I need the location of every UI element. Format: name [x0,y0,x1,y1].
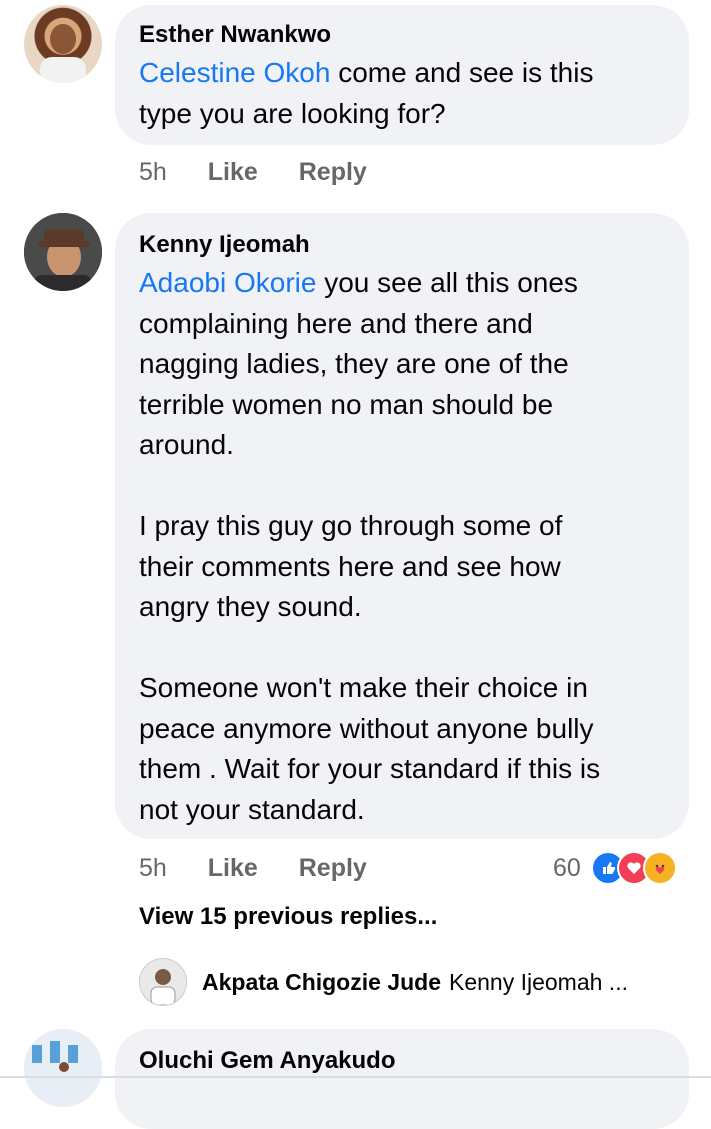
paragraph: I pray this guy go through some of their… [139,510,563,622]
paragraph: Someone won't make their choice in peace… [139,672,601,825]
profile-photo-icon [24,213,102,291]
like-button[interactable]: Like [208,158,258,186]
comment-bubble [115,1029,689,1129]
reply-button[interactable]: Reply [299,158,367,186]
timestamp[interactable]: 5h [139,158,167,186]
comment-text: Celestine Okoh come and see is this type… [139,57,594,129]
comment-author[interactable]: Esther Nwankwo [139,21,331,49]
profile-photo-icon [150,969,176,1005]
avatar[interactable] [24,5,102,83]
care-icon [642,851,677,885]
reply-button[interactable]: Reply [299,854,367,882]
comment-actions: 5h Like Reply [139,854,401,883]
latest-reply[interactable]: Akpata Chigozie Jude Kenny Ijeomah ... [202,969,628,996]
comment-text: Adaobi Okorie you see all this ones comp… [139,263,679,830]
avatar[interactable] [24,1029,102,1107]
view-previous-replies-link[interactable]: View 15 previous replies... [139,903,437,931]
paragraph: Adaobi Okorie you see all this ones comp… [139,267,578,460]
comment-actions: 5h Like Reply [139,158,401,187]
mention-link[interactable]: Celestine Okoh [139,57,330,88]
timestamp[interactable]: 5h [139,854,167,882]
profile-photo-icon [24,1029,102,1107]
reaction-count: 60 [553,853,581,882]
like-button[interactable]: Like [208,854,258,882]
avatar[interactable] [139,958,187,1006]
profile-photo-icon [40,24,86,83]
reply-author[interactable]: Akpata Chigozie Jude [202,969,441,995]
screen-divider [0,1076,711,1078]
comment-author[interactable]: Kenny Ijeomah [139,231,310,259]
reactions-summary[interactable]: 60 [553,851,677,885]
avatar[interactable] [24,213,102,291]
comment-author[interactable]: Oluchi Gem Anyakudo [139,1047,396,1075]
reply-preview: Kenny Ijeomah ... [448,969,628,995]
mention-link[interactable]: Adaobi Okorie [139,267,316,298]
